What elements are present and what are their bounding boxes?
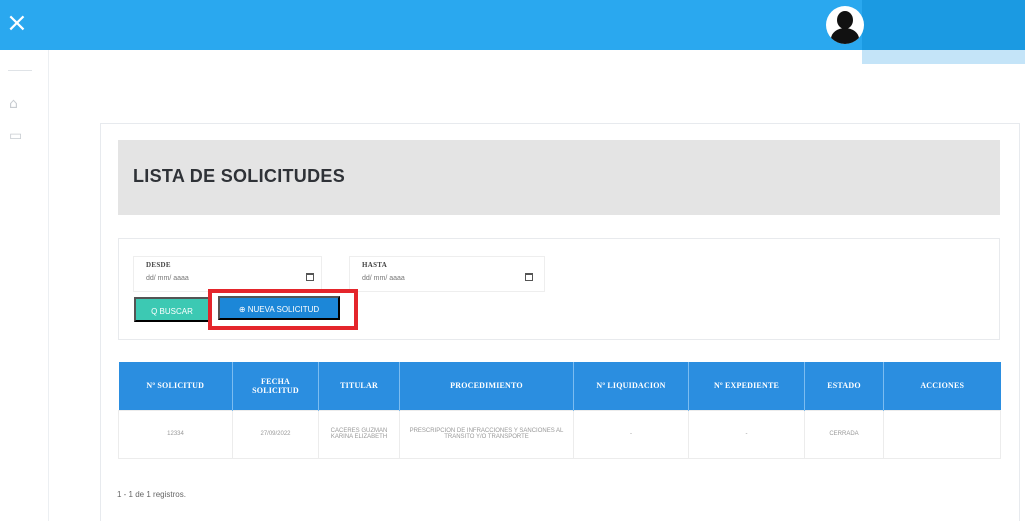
calendar-icon[interactable] bbox=[306, 273, 314, 281]
page-title: LISTA DE SOLICITUDES bbox=[133, 166, 346, 186]
requests-table: Nº SOLICITUD FECHA SOLICITUD TITULAR PRO… bbox=[118, 362, 1001, 459]
header-fecha: FECHA SOLICITUD bbox=[232, 362, 319, 410]
header-liquidacion: Nº LIQUIDACION bbox=[573, 362, 689, 410]
desde-date-field[interactable]: DESDE dd/ mm/ aaaa bbox=[133, 256, 322, 292]
header-solicitud: Nº SOLICITUD bbox=[118, 362, 233, 410]
hasta-date-field[interactable]: HASTA dd/ mm/ aaaa bbox=[349, 256, 545, 292]
cell-procedimiento: PRESCRIPCION DE INFRACCIONES Y SANCIONES… bbox=[399, 409, 574, 459]
avatar-body bbox=[831, 28, 859, 44]
calendar-icon[interactable] bbox=[525, 273, 533, 281]
avatar-head bbox=[837, 11, 853, 29]
header-titular: TITULAR bbox=[318, 362, 400, 410]
records-count: 1 - 1 de 1 registros. bbox=[117, 490, 186, 499]
close-icon[interactable]: × bbox=[6, 8, 28, 38]
user-menu-block[interactable] bbox=[862, 0, 1025, 50]
hasta-label: HASTA bbox=[362, 261, 388, 269]
sidebar: ⌂ ▭ bbox=[0, 50, 49, 521]
sidebar-divider bbox=[8, 70, 32, 71]
cell-solicitud: 12334 bbox=[118, 409, 233, 459]
cell-expediente: - bbox=[688, 409, 805, 459]
header-expediente: Nº EXPEDIENTE bbox=[688, 362, 805, 410]
card-header: LISTA DE SOLICITUDES bbox=[118, 140, 1000, 215]
header-procedimiento: PROCEDIMIENTO bbox=[399, 362, 574, 410]
header-estado: ESTADO bbox=[804, 362, 884, 410]
desde-label: DESDE bbox=[146, 261, 171, 269]
home-icon[interactable]: ⌂ bbox=[9, 96, 25, 112]
desde-input[interactable]: dd/ mm/ aaaa bbox=[146, 275, 189, 282]
header-acciones: ACCIONES bbox=[883, 362, 1001, 410]
user-menu-strip bbox=[862, 50, 1025, 64]
cell-liquidacion: - bbox=[573, 409, 689, 459]
highlight-box bbox=[208, 289, 358, 330]
cell-acciones[interactable] bbox=[883, 409, 1001, 459]
folder-icon[interactable]: ▭ bbox=[9, 128, 25, 144]
cell-estado: CERRADA bbox=[804, 409, 884, 459]
hasta-input[interactable]: dd/ mm/ aaaa bbox=[362, 275, 405, 282]
user-avatar-icon[interactable] bbox=[826, 6, 864, 44]
table-row[interactable]: 12334 27/09/2022 CACERES GUZMAN KARINA E… bbox=[118, 409, 1001, 459]
cell-fecha: 27/09/2022 bbox=[232, 409, 319, 459]
table-header-row: Nº SOLICITUD FECHA SOLICITUD TITULAR PRO… bbox=[118, 362, 1001, 410]
cell-titular: CACERES GUZMAN KARINA ELIZABETH bbox=[318, 409, 400, 459]
search-button[interactable]: Q BUSCAR bbox=[134, 297, 210, 322]
